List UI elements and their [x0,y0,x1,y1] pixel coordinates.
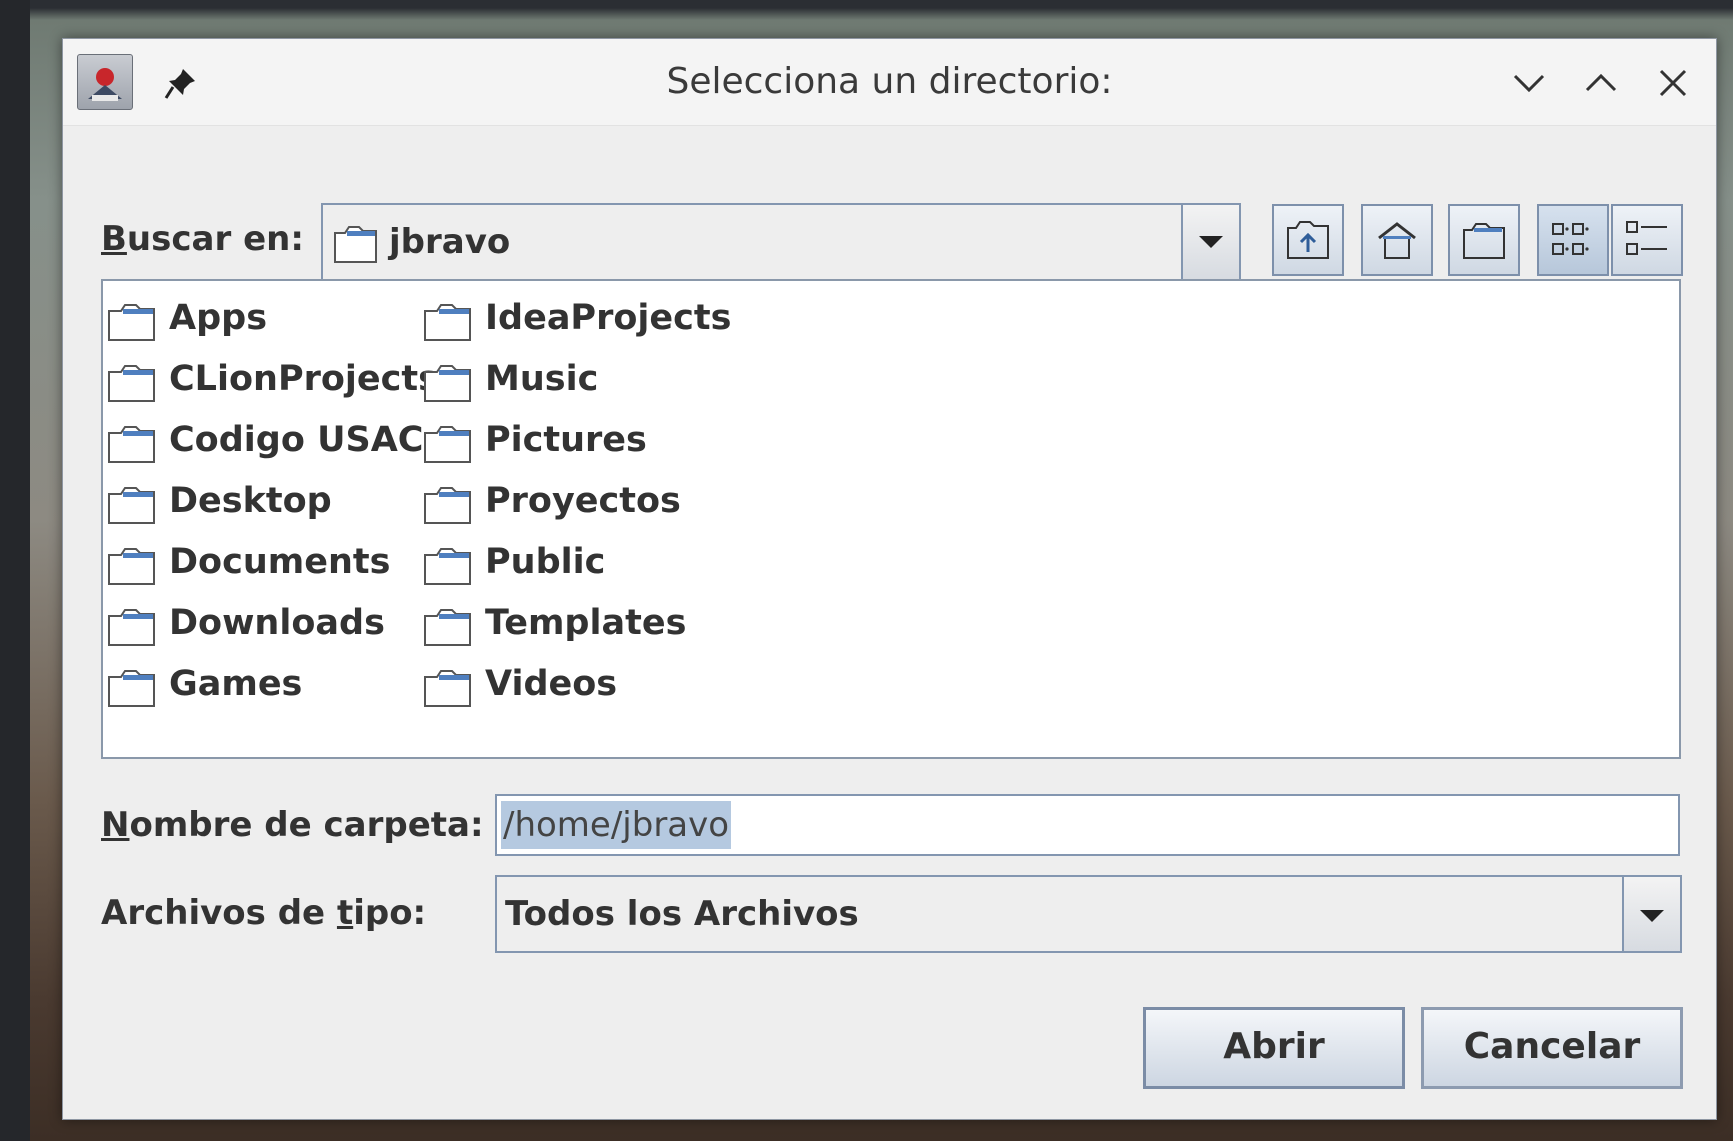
folder-icon [108,365,155,402]
file-item-label: Desktop [169,481,332,521]
cancel-button[interactable]: Cancelar [1421,1007,1683,1089]
file-item-label: Apps [169,298,268,338]
file-item-label: Games [169,664,303,704]
folder-name-mnemonic: N [101,805,130,845]
folder-name-label: Nombre de carpeta: [101,805,484,845]
file-item-label: Downloads [169,603,385,643]
new-folder-button[interactable] [1448,204,1520,276]
list-view-icon [1552,223,1589,255]
list-view-button[interactable] [1537,204,1609,276]
file-item-label: Pictures [485,420,647,460]
folder-name-label-text: ombre de carpeta: [129,805,484,845]
caret-down-icon [1199,236,1223,248]
look-in-value: jbravo [389,222,511,262]
folder-icon [424,670,471,707]
file-type-value: Todos los Archivos [505,894,859,934]
file-item-label: CLionProjects [169,359,439,399]
up-folder-icon [1287,221,1329,259]
home-icon [1378,222,1416,259]
file-type-combo[interactable]: Todos los Archivos [495,875,1682,953]
folder-icon [108,548,155,585]
file-item-label: Proyectos [485,481,681,521]
file-item-label: Videos [485,664,618,704]
details-view-button[interactable] [1611,204,1683,276]
folder-icon [334,226,377,263]
caret-down-icon [1640,910,1664,922]
folder-icon [108,487,155,524]
look-in-label-text: uscar en: [126,219,304,259]
folder-icon [108,426,155,463]
folder-icon [424,365,471,402]
up-folder-button[interactable] [1272,204,1344,276]
file-type-mnemonic: t [336,893,354,933]
title-bar[interactable]: Selecciona un directorio: [63,39,1716,126]
folder-name-input[interactable]: /home/jbravo [495,794,1680,856]
folder-icon [424,426,471,463]
look-in-label: Buscar en: [101,219,304,259]
window-title: Selecciona un directorio: [666,61,1113,102]
file-item-label: Music [485,359,599,399]
file-item-label: Codigo USAC [169,420,424,460]
look-in-combo[interactable]: jbravo [321,203,1241,281]
chevron-down-icon[interactable] [1509,63,1549,103]
desktop-panel [0,0,30,1141]
folder-name-value[interactable]: /home/jbravo [501,801,732,849]
folder-icon [424,609,471,646]
file-item-label: Documents [169,542,391,582]
folder-icon [108,670,155,707]
look-in-mnemonic: B [101,219,127,259]
close-icon[interactable] [1653,63,1693,103]
file-item-label: Public [485,542,606,582]
file-type-label-before: Archivos de [101,893,337,933]
file-chooser-dialog: Selecciona un directorio: Buscar en: jbr… [62,38,1717,1120]
folder-icon [424,548,471,585]
chevron-up-icon[interactable] [1581,63,1621,103]
file-item-label: IdeaProjects [485,298,732,338]
file-type-label: Archivos de tipo: [101,893,426,933]
folder-icon [108,304,155,341]
file-item-label: Templates [485,603,687,643]
new-folder-icon [1463,223,1505,259]
home-button[interactable] [1361,204,1433,276]
file-type-arrow-button[interactable] [1622,877,1680,951]
file-list-pane[interactable]: Apps CLionProjects Codigo USAC Desktop Docum… [101,279,1681,759]
folder-icon [424,487,471,524]
details-view-icon [1626,221,1667,255]
combo-arrow-button[interactable] [1181,205,1239,279]
folder-icon [108,609,155,646]
open-button[interactable]: Abrir [1143,1007,1405,1089]
folder-icon [424,304,471,341]
file-type-label-after: ipo: [353,893,427,933]
